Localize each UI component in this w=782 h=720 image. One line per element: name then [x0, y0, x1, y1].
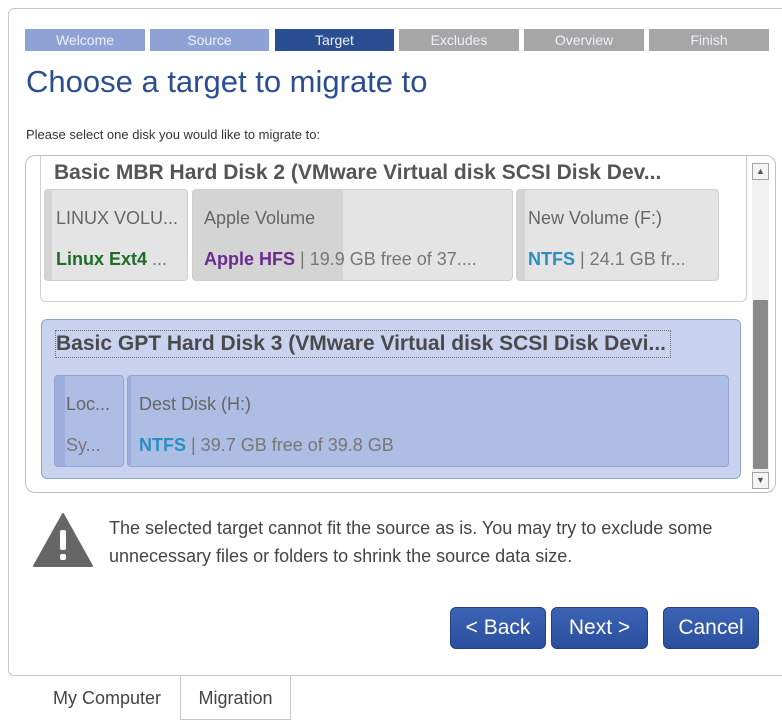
- page-title: Choose a target to migrate to: [26, 64, 428, 99]
- volume-tile[interactable]: Dest Disk (H:) NTFS | 39.7 GB free of 39…: [127, 375, 729, 467]
- volume-usage-fill: [517, 190, 526, 280]
- back-button[interactable]: < Back: [450, 607, 546, 649]
- disk-list[interactable]: Basic MBR Hard Disk 2 (VMware Virtual di…: [25, 155, 776, 493]
- volume-name: Loc...: [66, 394, 111, 414]
- step-excludes: Excludes: [399, 29, 519, 51]
- volume-free-space: ...: [147, 249, 168, 269]
- volume-free-space: | 39.7 GB free of 39.8 GB: [186, 435, 394, 455]
- volume-name: LINUX VOLU...: [56, 208, 179, 228]
- volume-free-space: | 24.1 GB fr...: [575, 249, 686, 269]
- volume-tile[interactable]: New Volume (F:) NTFS | 24.1 GB fr...: [516, 189, 719, 281]
- volume-info: Sy...: [66, 435, 101, 456]
- volume-info: NTFS | 24.1 GB fr...: [528, 249, 686, 270]
- filesystem-label: Linux Ext4: [56, 249, 148, 269]
- filesystem-label: Apple HFS: [204, 249, 296, 269]
- disk-header: Basic MBR Hard Disk 2 (VMware Virtual di…: [54, 161, 662, 184]
- step-target: Target: [275, 29, 394, 51]
- step-source: Source: [150, 29, 269, 51]
- volume-name: Apple Volume: [204, 208, 316, 228]
- scroll-down-button[interactable]: ▼: [752, 472, 769, 489]
- step-overview: Overview: [524, 29, 644, 51]
- instruction-text: Please select one disk you would like to…: [26, 127, 321, 142]
- cancel-button[interactable]: Cancel: [663, 607, 759, 649]
- scrollbar-thumb[interactable]: [753, 300, 768, 469]
- disk-header: Basic GPT Hard Disk 3 (VMware Virtual di…: [55, 330, 672, 358]
- disk-item[interactable]: Basic MBR Hard Disk 2 (VMware Virtual di…: [40, 156, 747, 302]
- tab-my-computer[interactable]: My Computer: [34, 676, 180, 720]
- volume-name: New Volume (F:): [528, 208, 663, 228]
- volume-usage-fill: [55, 376, 66, 466]
- filesystem-label: NTFS: [528, 249, 575, 269]
- filesystem-label: NTFS: [139, 435, 186, 455]
- volume-info: Apple HFS | 19.9 GB free of 37....: [204, 249, 477, 270]
- volume-free-space: Sy...: [66, 435, 101, 455]
- volume-free-space: | 19.9 GB free of 37....: [295, 249, 477, 269]
- volume-tile[interactable]: LINUX VOLU... Linux Ext4 ...: [44, 189, 188, 281]
- step-finish: Finish: [649, 29, 769, 51]
- volume-tile[interactable]: Loc... Sy...: [54, 375, 124, 467]
- volume-tile[interactable]: Apple Volume Apple HFS | 19.9 GB free of…: [192, 189, 513, 281]
- scroll-up-button[interactable]: ▲: [752, 163, 769, 180]
- vertical-scrollbar[interactable]: ▲ ▼: [752, 163, 769, 489]
- tab-migration[interactable]: Migration: [180, 676, 291, 720]
- warning-message: The selected target cannot fit the sourc…: [109, 518, 713, 566]
- scrollbar-track[interactable]: [752, 180, 769, 472]
- warning-triangle-icon: [33, 513, 93, 567]
- volume-usage-fill: [45, 190, 53, 280]
- disk-item-selected[interactable]: Basic GPT Hard Disk 3 (VMware Virtual di…: [41, 319, 741, 479]
- volume-info: Linux Ext4 ...: [56, 249, 167, 270]
- volume-usage-fill: [128, 376, 131, 466]
- next-button[interactable]: Next >: [551, 607, 648, 649]
- volume-name: Dest Disk (H:): [139, 394, 251, 414]
- volume-info: NTFS | 39.7 GB free of 39.8 GB: [139, 435, 394, 456]
- step-welcome: Welcome: [25, 29, 145, 51]
